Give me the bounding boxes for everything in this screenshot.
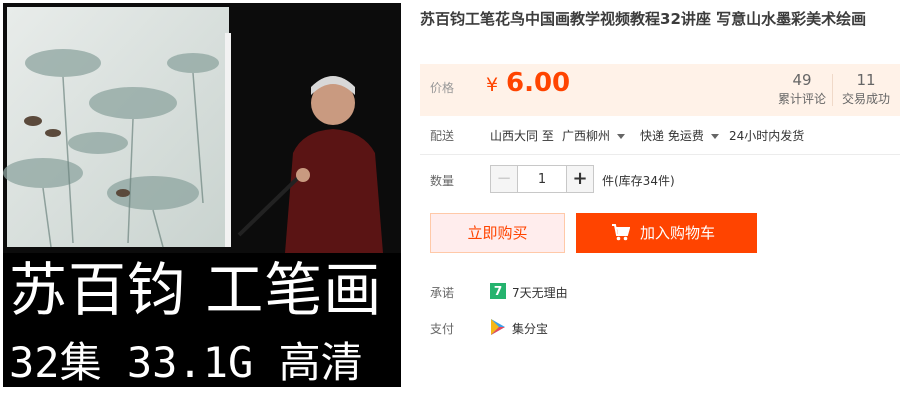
divider xyxy=(420,154,900,155)
payment-label: 支付 xyxy=(430,322,455,336)
buy-now-button[interactable]: 立即购买 xyxy=(430,213,565,253)
price-value: 6.00 xyxy=(506,68,571,98)
payment-method: 集分宝 xyxy=(512,322,549,336)
quantity-decrease-button[interactable]: − xyxy=(491,166,518,192)
sales-label: 交易成功 xyxy=(841,92,890,106)
product-title: 苏百钧工笔花鸟中国画教学视频教程32讲座 写意山水墨彩美术绘画 xyxy=(420,10,867,28)
dispatch-time: 24小时内发货 xyxy=(729,129,805,143)
currency-symbol: ¥ xyxy=(486,74,499,96)
caret-down-icon xyxy=(710,134,719,139)
jifenbao-icon xyxy=(491,319,505,335)
caret-down-icon xyxy=(617,134,626,139)
stat-divider xyxy=(832,74,833,106)
shopping-cart-icon xyxy=(612,224,630,241)
quantity-label: 数量 xyxy=(430,174,455,188)
seven-day-return-icon: 7 xyxy=(490,283,506,299)
reviews-stat[interactable]: 49 累计评论 xyxy=(772,70,832,108)
quantity-stepper: − + xyxy=(490,165,594,193)
quantity-input[interactable] xyxy=(518,166,566,192)
quantity-increase-button[interactable]: + xyxy=(566,166,593,192)
image-caption-line1: 苏百钧 工笔画 xyxy=(9,256,383,324)
promise-label: 承诺 xyxy=(430,286,455,300)
product-image[interactable]: 苏百钧 工笔画 32集 33.1G 高清 xyxy=(3,3,401,387)
ship-from: 山西大同 至 xyxy=(490,129,554,143)
ship-to-text: 广西柳州 xyxy=(562,129,611,143)
ship-method-select[interactable]: 快递 免运费 xyxy=(640,127,719,144)
ship-method-text: 快递 免运费 xyxy=(640,129,704,143)
stock-info: 件(库存34件) xyxy=(602,174,675,188)
price-panel: 价格 ¥ 6.00 49 累计评论 11 交易成功 xyxy=(420,64,900,116)
painting-video-frame xyxy=(3,3,401,253)
add-to-cart-label: 加入购物车 xyxy=(640,224,716,242)
image-caption-line2: 32集 33.1G 高清 xyxy=(9,338,363,387)
reviews-count: 49 xyxy=(792,71,812,89)
ship-to-select[interactable]: 广西柳州 xyxy=(562,127,626,144)
add-to-cart-button[interactable]: 加入购物车 xyxy=(576,213,757,253)
reviews-label: 累计评论 xyxy=(777,92,826,106)
price-label: 价格 xyxy=(430,81,455,95)
sales-stat: 11 交易成功 xyxy=(836,70,896,108)
promise-text[interactable]: 7天无理由 xyxy=(512,284,568,301)
sales-count: 11 xyxy=(856,71,876,89)
shipping-label: 配送 xyxy=(430,129,455,143)
